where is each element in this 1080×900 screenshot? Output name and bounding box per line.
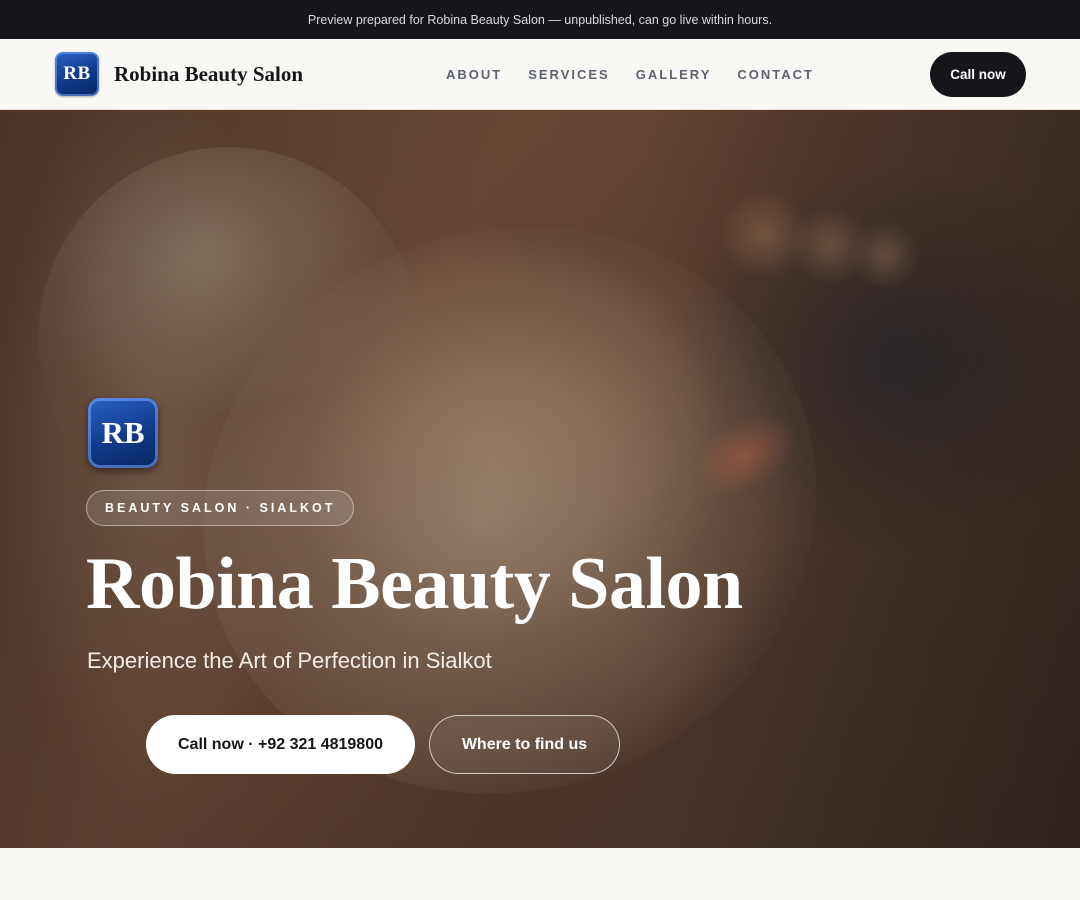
hero-title: Robina Beauty Salon xyxy=(86,543,743,625)
nav-link-about[interactable]: ABOUT xyxy=(446,67,502,82)
site-header: RB Robina Beauty Salon ABOUT SERVICES GA… xyxy=(0,39,1080,110)
preview-banner-text: Preview prepared for Robina Beauty Salon… xyxy=(307,12,773,27)
hero-tag: BEAUTY SALON · SIALKOT xyxy=(86,490,355,526)
hero-subtitle: Experience the Art of Perfection in Sial… xyxy=(87,648,492,673)
hero-logo-badge: RB xyxy=(88,398,158,468)
find-us-button[interactable]: Where to find us xyxy=(429,715,620,774)
nav-link-gallery[interactable]: GALLERY xyxy=(636,67,712,82)
logo-badge[interactable]: RB xyxy=(55,52,99,96)
nav-link-contact[interactable]: CONTACT xyxy=(737,67,814,82)
main-nav: ABOUT SERVICES GALLERY CONTACT xyxy=(446,39,814,110)
hero-section: RB BEAUTY SALON · SIALKOT Robina Beauty … xyxy=(0,110,1080,848)
logo-initials: RB xyxy=(63,63,91,84)
hero-logo-initials: RB xyxy=(101,415,145,450)
header-call-button[interactable]: Call now xyxy=(930,52,1026,97)
brand-name[interactable]: Robina Beauty Salon xyxy=(114,39,303,110)
nav-link-services[interactable]: SERVICES xyxy=(528,67,610,82)
hero-call-button[interactable]: Call now · +92 321 4819800 xyxy=(146,715,415,774)
hero-content: RB BEAUTY SALON · SIALKOT Robina Beauty … xyxy=(0,110,1080,848)
preview-banner: Preview prepared for Robina Beauty Salon… xyxy=(0,0,1080,39)
